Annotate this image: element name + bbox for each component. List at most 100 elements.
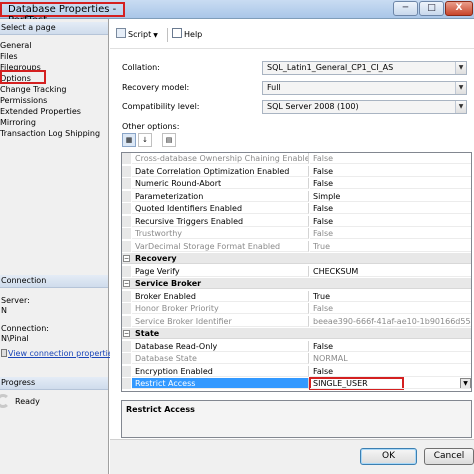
help-icon [172, 28, 182, 38]
categorized-icon: ▦ [125, 136, 133, 144]
grid-category-name: Service Broker [122, 278, 471, 289]
grid-category-row[interactable]: − Recovery [122, 253, 471, 264]
page-item-change-tracking[interactable]: Change Tracking [0, 84, 66, 95]
ok-button[interactable]: OK [360, 448, 417, 465]
minimize-button[interactable]: ─ [393, 1, 418, 16]
connection-label: Connection: [1, 324, 49, 333]
grid-property-value-text: False [313, 304, 334, 313]
grid-property-name: Parameterization [132, 190, 309, 202]
title-bar: Database Properties - PerfTest ─ □ X [0, 0, 474, 26]
grid-property-row[interactable]: Date Correlation Optimization Enabled Fal… [122, 165, 471, 177]
restrict-access-select[interactable]: SINGLE_USER ▼ [310, 378, 471, 389]
script-label: Script [128, 30, 152, 39]
grid-property-row[interactable]: Broker Enabled True [122, 290, 471, 302]
grid-property-value-text: NORMAL [313, 354, 348, 363]
grid-property-value-text: False [313, 229, 334, 238]
grid-property-row[interactable]: Recursive Triggers Enabled False [122, 215, 471, 227]
grid-property-name: Database Read-Only [132, 340, 309, 352]
recovery-model-select[interactable]: Full ▼ [262, 81, 467, 95]
view-connection-text: View connection properties [8, 349, 117, 358]
grid-property-value: True [310, 291, 471, 302]
grid-property-row[interactable]: Quoted Identifiers Enabled False [122, 203, 471, 214]
grid-property-row[interactable]: Cross-database Ownership Chaining Enable… [122, 153, 471, 164]
grid-category-name: State [122, 328, 471, 339]
script-button[interactable]: Script ▼ [116, 28, 158, 42]
page-item-general[interactable]: General [0, 40, 32, 51]
grid-category-row[interactable]: − State [122, 328, 471, 339]
connection-header: Connection [0, 275, 108, 288]
description-title: Restrict Access [126, 405, 195, 414]
property-pages-button[interactable]: ▤ [162, 133, 176, 147]
bottom-bar: OK Cancel [110, 439, 474, 474]
grid-row-gutter [122, 290, 131, 302]
grid-property-value-text: SINGLE_USER [313, 379, 368, 388]
grid-property-value: False [310, 203, 471, 214]
maximize-button[interactable]: □ [419, 1, 444, 16]
page-item-permissions[interactable]: Permissions [0, 95, 47, 106]
grid-property-row[interactable]: Page Verify CHECKSUM [122, 265, 471, 277]
grid-property-row[interactable]: Restrict Access SINGLE_USER ▼ [122, 377, 471, 390]
grid-property-row[interactable]: VarDecimal Storage Format Enabled True [122, 240, 471, 252]
grid-property-name: Broker Enabled [132, 290, 309, 302]
grid-property-value-text: False [313, 341, 334, 351]
grid-property-value: False [310, 216, 471, 227]
grid-row-gutter [122, 240, 131, 252]
grid-property-row[interactable]: Service Broker Identifier beeae390-666f-4… [122, 315, 471, 327]
toolbar-separator [167, 28, 168, 42]
help-button[interactable]: Help [172, 28, 202, 42]
grid-property-value: beeae390-666f-41af-ae10-1b90166d5540 [310, 316, 471, 327]
grid-property-value-text: CHECKSUM [313, 266, 359, 276]
grid-property-name: VarDecimal Storage Format Enabled [132, 240, 309, 252]
grid-property-row[interactable]: Encryption Enabled False [122, 365, 471, 377]
grid-property-row[interactable]: Database Read-Only False [122, 340, 471, 352]
grid-property-value: False [310, 228, 471, 239]
grid-property-name: Encryption Enabled [132, 365, 309, 377]
grid-property-value: True [310, 241, 471, 252]
property-pages-icon: ▤ [165, 136, 173, 144]
grid-property-row[interactable]: Database State NORMAL [122, 353, 471, 364]
categorized-button[interactable]: ▦ [122, 133, 136, 147]
chevron-down-icon: ▼ [153, 32, 158, 39]
grid-property-value-text: True [313, 241, 330, 251]
collation-select[interactable]: SQL_Latin1_General_CP1_CI_AS ▼ [262, 61, 467, 75]
grid-row-gutter [122, 340, 131, 352]
chevron-down-icon[interactable]: ▼ [460, 378, 471, 388]
chevron-down-icon: ▼ [455, 82, 466, 94]
script-icon [116, 28, 126, 38]
grid-property-value: False [310, 303, 471, 314]
grid-property-value-text: False [313, 216, 334, 226]
compatibility-level-select[interactable]: SQL Server 2008 (100) ▼ [262, 100, 467, 114]
window-title: Database Properties - PerfTest [0, 2, 125, 26]
grid-property-row[interactable]: Trustworthy False [122, 228, 471, 239]
close-button[interactable]: X [445, 1, 473, 16]
page-item-files[interactable]: Files [0, 51, 18, 62]
grid-property-row[interactable]: Honor Broker Priority False [122, 303, 471, 314]
grid-category-row[interactable]: − Service Broker [122, 278, 471, 289]
grid-property-name: Page Verify [132, 265, 309, 277]
grid-property-value-text: Simple [313, 191, 341, 201]
page-item-mirroring[interactable]: Mirroring [0, 117, 36, 128]
grid-row-gutter [122, 365, 131, 377]
cancel-button[interactable]: Cancel [424, 448, 474, 465]
sort-alphabetical-button[interactable]: ↓ [138, 133, 152, 147]
recovery-model-label: Recovery model: [122, 83, 190, 92]
grid-property-name: Recursive Triggers Enabled [132, 215, 309, 227]
page-item-extended-properties[interactable]: Extended Properties [0, 106, 81, 117]
grid-property-value: False [310, 178, 471, 189]
left-pane: Select a page General Files Filegroups Opti… [0, 19, 117, 474]
grid-property-row[interactable]: Parameterization Simple [122, 190, 471, 202]
grid-property-value: False [310, 366, 471, 377]
grid-property-row[interactable]: Numeric Round-Abort False [122, 178, 471, 189]
grid-row-gutter [122, 203, 131, 214]
grid-property-value-text: False [313, 154, 334, 163]
grid-property-value: False [310, 153, 471, 164]
server-value: N [1, 306, 7, 315]
page-item-transaction-log-shipping[interactable]: Transaction Log Shipping [0, 128, 100, 139]
compatibility-level-label: Compatibility level: [122, 102, 200, 111]
collation-label: Collation: [122, 63, 160, 72]
grid-category-name: Recovery [122, 253, 471, 264]
view-connection-link[interactable]: View connection properties [1, 349, 117, 358]
recovery-model-value: Full [267, 83, 281, 92]
options-highlight-box [0, 70, 46, 84]
help-label: Help [184, 30, 203, 39]
